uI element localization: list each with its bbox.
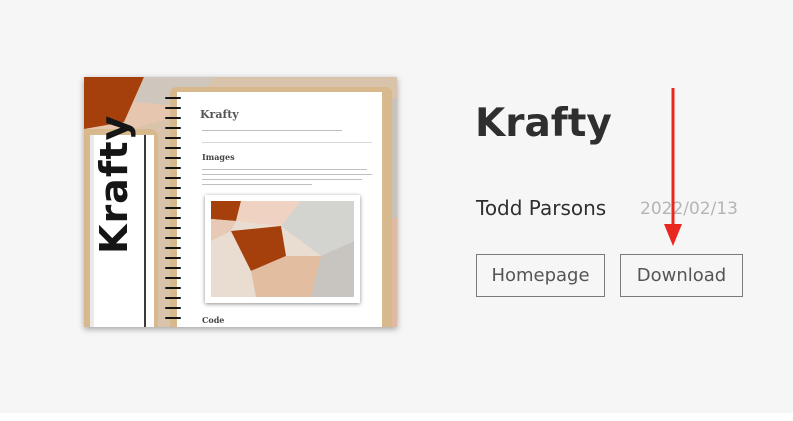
page-bottom-strip [0, 413, 793, 421]
theme-date: 2022/02/13 [640, 199, 738, 219]
thumbnail-section-heading-images: Images [202, 152, 235, 162]
thumbnail-photo-frame [205, 195, 360, 303]
thumbnail-cover-rule [144, 135, 146, 327]
homepage-button[interactable]: Homepage [476, 254, 605, 297]
thumbnail-cover-title: Krafty [92, 114, 136, 254]
thumbnail-text-line [202, 169, 367, 170]
thumbnail-text-line [202, 179, 362, 180]
thumbnail-divider [202, 142, 372, 143]
theme-title: Krafty [475, 101, 612, 146]
thumbnail-text-line [202, 174, 372, 175]
thumbnail-photo-image [211, 201, 354, 297]
thumbnail-text-line [202, 184, 312, 185]
thumbnail-section-heading-code: Code [202, 315, 225, 325]
thumbnail-text-line [202, 130, 342, 131]
download-button[interactable]: Download [620, 254, 743, 297]
theme-thumbnail[interactable]: Krafty Krafty Images Code [84, 77, 397, 327]
theme-author: Todd Parsons [476, 196, 607, 220]
thumbnail-notebook-title: Krafty [200, 108, 239, 121]
annotation-arrow-down-icon [664, 88, 682, 246]
